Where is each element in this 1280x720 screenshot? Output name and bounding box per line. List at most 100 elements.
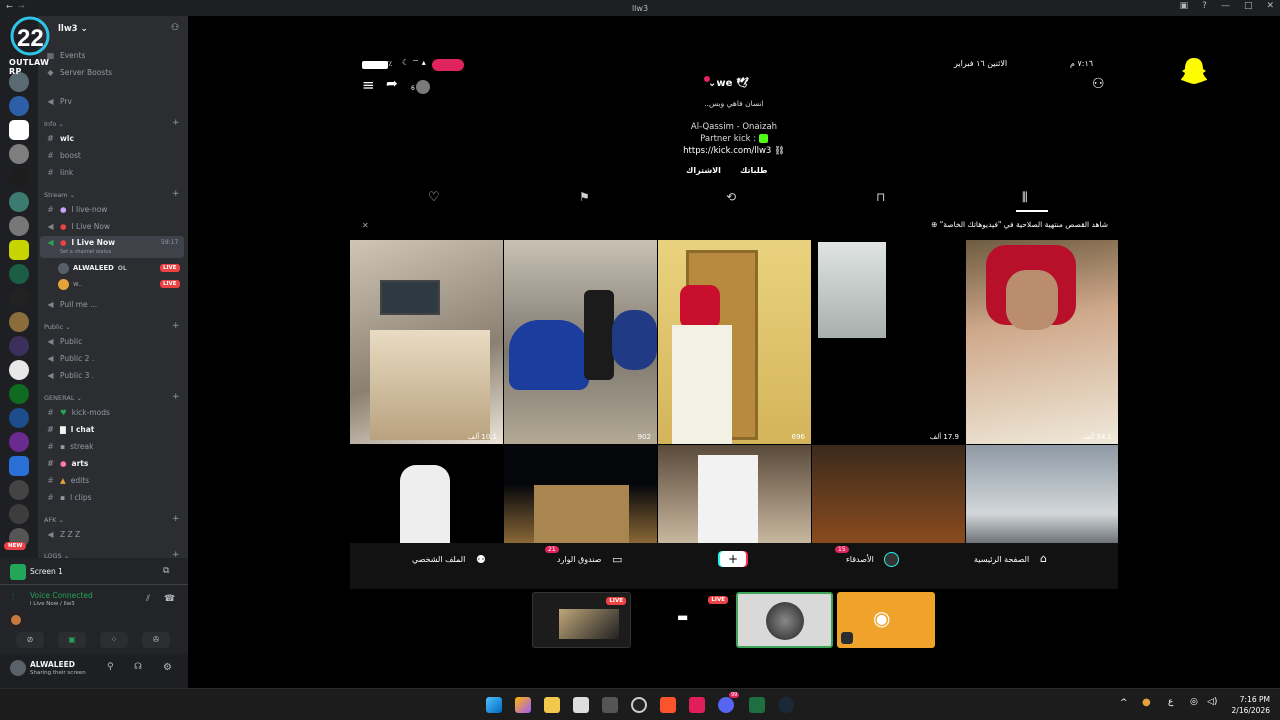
nav-home[interactable]: الصفحة الرئيسية: [974, 555, 1029, 564]
category-info[interactable]: Info ⌄ +: [44, 118, 180, 128]
avatar[interactable]: [416, 80, 430, 94]
stream-thumbnail[interactable]: ▬ LIVE: [635, 592, 732, 648]
server-icon[interactable]: [9, 240, 29, 260]
voice-user[interactable]: w.. LIVE: [58, 277, 180, 291]
activities-button[interactable]: ⁘: [100, 632, 128, 648]
soundboard-button[interactable]: ✇: [142, 632, 170, 648]
chevron-up-icon[interactable]: ^: [1120, 698, 1128, 708]
microphone-icon[interactable]: ⚲: [107, 662, 114, 672]
language-indicator[interactable]: ع: [1168, 697, 1173, 707]
inbox-icon[interactable]: ▭: [612, 553, 622, 566]
brave-icon[interactable]: [660, 697, 676, 713]
channel-edits[interactable]: # ▲ edits: [40, 473, 184, 488]
heart-icon[interactable]: ♡: [428, 190, 440, 205]
server-icon[interactable]: [9, 288, 29, 308]
category-afk[interactable]: AFK ⌄ +: [44, 514, 180, 524]
channel-chat[interactable]: # ▇ l chat: [40, 422, 184, 437]
nav-profile[interactable]: الملف الشخصي: [412, 555, 465, 564]
add-friend-icon[interactable]: ⚇: [1092, 76, 1105, 92]
disconnect-icon[interactable]: ☎: [164, 594, 175, 604]
video-tile[interactable]: 34.1 ألف: [966, 240, 1118, 444]
user-tile[interactable]: ◉: [837, 592, 935, 648]
server-icon[interactable]: [9, 432, 29, 452]
video-tile[interactable]: 17.9 ألف: [812, 240, 965, 444]
channel-live-now-active[interactable]: ◀ ● l Live Now 59:17 Set a channel status: [40, 236, 184, 258]
voice-user[interactable]: ALWALEED OL LIVE: [58, 261, 180, 275]
video-tile[interactable]: 902: [504, 240, 657, 444]
clock[interactable]: 7:16 PM 2/16/2026: [1226, 694, 1270, 716]
plus-icon[interactable]: +: [172, 118, 180, 128]
category-public[interactable]: Public ⌄ +: [44, 321, 180, 331]
app-icon[interactable]: [689, 697, 705, 713]
windows-start-icon[interactable]: [486, 697, 502, 713]
subscribe-action[interactable]: الاشتراك: [686, 166, 721, 175]
channel-boost[interactable]: # boost: [40, 148, 184, 163]
popout-icon[interactable]: ⧉: [163, 566, 169, 576]
channel-pull-me[interactable]: ◀ Pull me ...: [40, 297, 184, 312]
lock-icon[interactable]: ⊓: [876, 190, 885, 204]
minimize-icon[interactable]: —: [1221, 1, 1230, 11]
profile-link[interactable]: https://kick.com/llw3 ⛓: [350, 146, 1118, 156]
store-icon[interactable]: [573, 697, 589, 713]
nav-friends[interactable]: الأصدقاء: [846, 555, 874, 564]
channel-clips[interactable]: # ▪ l clips: [40, 490, 184, 505]
username[interactable]: ALWALEED: [30, 660, 75, 669]
plus-icon[interactable]: +: [172, 189, 180, 199]
channel-live-now-text[interactable]: # ● l live-now: [40, 202, 184, 217]
voice-channel[interactable]: l Live Now / llw3: [30, 601, 75, 607]
channel-streak[interactable]: # ▪ streak: [40, 439, 184, 454]
video-tile[interactable]: 696: [658, 240, 811, 444]
video-tile[interactable]: 10.1 ألف: [350, 240, 503, 444]
server-icon[interactable]: [9, 96, 29, 116]
user-tile[interactable]: [736, 592, 833, 648]
server-icon[interactable]: [9, 456, 29, 476]
server-icon[interactable]: [9, 168, 29, 188]
server-icon[interactable]: [9, 360, 29, 380]
channel-live-now-voice[interactable]: ◀ ● l Live Now: [40, 219, 184, 234]
help-icon[interactable]: ?: [1202, 1, 1207, 11]
channel-kick-mods[interactable]: # ♥ kick-mods: [40, 405, 184, 420]
video-tile[interactable]: [504, 445, 657, 543]
server-icon[interactable]: [9, 216, 29, 236]
server-icon[interactable]: [9, 264, 29, 284]
expired-stories-notice[interactable]: شاهد القصص منتهية الصلاحية في "فيديوهاتك…: [931, 220, 1108, 229]
set-status-hint[interactable]: Set a channel status: [60, 249, 111, 255]
category-general[interactable]: GENERAL ⌄ +: [44, 392, 180, 402]
friends-icon[interactable]: [884, 552, 899, 567]
home-icon[interactable]: ⌂: [1040, 552, 1047, 565]
channel-arts[interactable]: # ● arts: [40, 456, 184, 471]
server-icon[interactable]: [9, 336, 29, 356]
display-name[interactable]: ⌄we 🕊: [708, 78, 749, 89]
voice-status[interactable]: Voice Connected: [30, 591, 93, 600]
channel-public-2[interactable]: ◀ Public 2 .: [40, 351, 184, 366]
inbox-icon[interactable]: ▣: [1180, 1, 1189, 11]
share-screen-button[interactable]: ▣: [58, 632, 86, 648]
nav-inbox[interactable]: صندوق الوارد: [557, 555, 601, 564]
volume-icon[interactable]: ◁): [1207, 697, 1217, 707]
microphone-icon[interactable]: ●: [1142, 697, 1151, 708]
profile-icon[interactable]: ⚉: [476, 553, 486, 566]
settings-icon[interactable]: ⚙: [163, 662, 172, 673]
server-name[interactable]: llw3 ⌄: [58, 24, 88, 34]
avatar[interactable]: [10, 660, 26, 676]
channel-link[interactable]: # link: [40, 165, 184, 180]
close-icon[interactable]: ✕: [1266, 1, 1274, 11]
maximize-icon[interactable]: □: [1244, 1, 1253, 11]
server-icon[interactable]: [9, 384, 29, 404]
stream-thumbnail[interactable]: LIVE: [532, 592, 631, 648]
server-boosts-item[interactable]: ◆ Server Boosts: [40, 65, 184, 80]
channel-wlc[interactable]: # wlc: [40, 131, 184, 146]
category-stream[interactable]: Stream ⌄ +: [44, 189, 180, 199]
excel-icon[interactable]: [749, 697, 765, 713]
add-member-icon[interactable]: ⚇: [171, 23, 179, 33]
camera-off-button[interactable]: ⊘: [16, 632, 44, 648]
plus-icon[interactable]: +: [172, 321, 180, 331]
video-tile[interactable]: [812, 445, 965, 543]
server-icon[interactable]: [9, 408, 29, 428]
dismiss-icon[interactable]: ✕: [362, 221, 369, 230]
share-icon[interactable]: ➦: [386, 76, 398, 92]
channel-public-3[interactable]: ◀ Public 3 .: [40, 368, 184, 383]
video-tile[interactable]: [658, 445, 811, 543]
server-icon[interactable]: [9, 312, 29, 332]
channel-zzz[interactable]: ◀ Z Z Z: [40, 527, 184, 542]
